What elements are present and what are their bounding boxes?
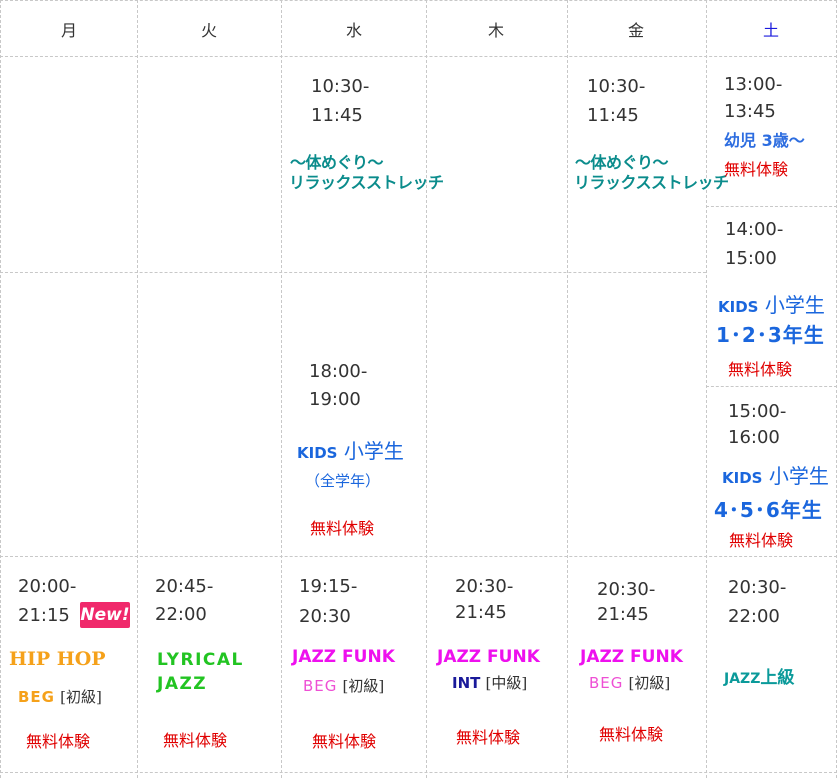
class-prefix: JAZZ (724, 671, 761, 687)
class-level: BEG [初級] (18, 686, 102, 707)
class-time-end: 22:00 (155, 604, 207, 625)
free-trial-label: 無料体験 (310, 519, 375, 538)
grid-line (706, 206, 837, 207)
class-time-end: 11:45 (311, 105, 363, 126)
class-time-start: 14:00- (725, 219, 784, 240)
level-code: BEG (589, 674, 624, 692)
level-code: BEG (303, 677, 338, 695)
class-time-end: 15:00 (725, 248, 777, 269)
class-title: ～体めぐり～ (575, 153, 669, 172)
kids-tag: KIDS (718, 298, 759, 316)
class-time-start: 20:00- (18, 576, 77, 597)
class-level: BEG [初級] (303, 675, 384, 696)
class-title: リラックスストレッチ (574, 173, 729, 192)
level-label: [初級] (628, 674, 671, 692)
grade-range: 1･2･3年生 (716, 323, 825, 347)
class-time-start: 15:00- (728, 401, 787, 422)
free-trial-label: 無料体験 (724, 160, 789, 179)
kids-tag: KIDS (297, 444, 338, 462)
class-time-end: 11:45 (587, 105, 639, 126)
kids-label: 小学生 (768, 464, 829, 488)
new-badge: New! (80, 602, 130, 628)
class-time-end: 22:00 (728, 606, 780, 627)
day-header-wed: 水 (346, 21, 363, 40)
class-suffix: 上級 (760, 668, 795, 688)
class-time-end: 13:45 (724, 101, 776, 122)
class-time-start: 20:30- (728, 577, 787, 598)
free-trial-label: 無料体験 (728, 360, 793, 379)
day-header-thu: 木 (488, 21, 505, 40)
free-trial-label: 無料体験 (163, 731, 228, 750)
level-label: [初級] (60, 688, 102, 706)
class-time-end: 19:00 (309, 389, 361, 410)
grid-line (281, 0, 282, 778)
class-title: KIDS 小学生 (718, 289, 825, 318)
class-title: HIP HOP (9, 648, 106, 670)
grid-line (0, 0, 837, 1)
free-trial-label: 無料体験 (26, 732, 91, 751)
class-title: ～体めぐり～ (290, 153, 384, 172)
class-time-start: 10:30- (311, 76, 370, 97)
class-time-start: 13:00- (724, 74, 783, 95)
grid-line (0, 272, 706, 273)
class-time-start: 18:00- (309, 361, 368, 382)
class-time-start: 20:30- (455, 576, 514, 597)
class-time-start: 10:30- (587, 76, 646, 97)
grid-line (0, 772, 837, 773)
class-time-end: 16:00 (728, 427, 780, 448)
free-trial-label: 無料体験 (312, 732, 377, 751)
class-title: JAZZ (157, 674, 208, 694)
grid-line (836, 0, 837, 778)
grade-range: 4･5･6年生 (714, 498, 823, 522)
free-trial-label: 無料体験 (456, 728, 521, 747)
day-header-sat: 土 (763, 21, 780, 40)
class-title: JAZZ FUNK (580, 647, 683, 667)
class-title: JAZZ FUNK (292, 647, 395, 667)
day-header-tue: 火 (201, 21, 218, 40)
class-title: KIDS 小学生 (722, 460, 829, 489)
grid-line (567, 0, 568, 778)
grid-line (137, 0, 138, 778)
class-time-end: 21:45 (597, 604, 649, 625)
class-title: JAZZ上級 (724, 663, 794, 688)
grid-line (0, 556, 837, 557)
class-time-end: 21:15 (18, 605, 70, 626)
level-code: INT (452, 674, 481, 692)
grid-line (426, 0, 427, 778)
class-title: LYRICAL (157, 650, 244, 670)
class-title: KIDS 小学生 (297, 435, 404, 464)
grid-line (706, 0, 707, 778)
schedule-grid (0, 0, 839, 778)
day-header-fri: 金 (628, 21, 645, 40)
class-title: 幼児 3歳～ (724, 131, 805, 150)
class-time-start: 19:15- (299, 576, 358, 597)
grid-line (0, 0, 1, 778)
class-time-end: 21:45 (455, 602, 507, 623)
day-header-mon: 月 (61, 21, 78, 40)
kids-label: 小学生 (764, 293, 825, 317)
grade-range: （全学年） (305, 472, 381, 490)
grid-line (706, 386, 837, 387)
grid-line (0, 56, 837, 57)
class-time-start: 20:45- (155, 576, 214, 597)
free-trial-label: 無料体験 (729, 531, 794, 550)
class-level: BEG [初級] (589, 672, 670, 693)
free-trial-label: 無料体験 (599, 725, 664, 744)
class-level: INT [中級] (452, 672, 527, 693)
class-time-end: 20:30 (299, 606, 351, 627)
level-label: [初級] (342, 677, 385, 695)
kids-label: 小学生 (343, 439, 404, 463)
level-code: BEG (18, 688, 55, 706)
class-title: JAZZ FUNK (437, 647, 540, 667)
kids-tag: KIDS (722, 469, 763, 487)
class-title: リラックスストレッチ (289, 173, 444, 192)
level-label: [中級] (485, 674, 528, 692)
